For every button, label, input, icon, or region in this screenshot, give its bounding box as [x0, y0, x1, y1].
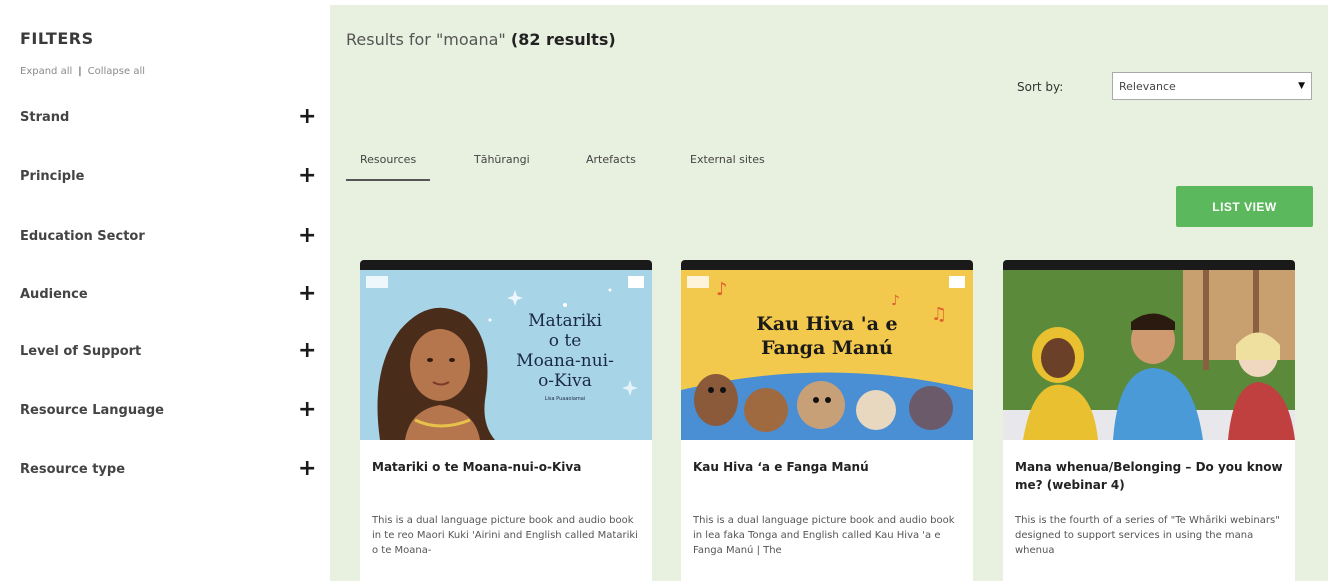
- filter-strand[interactable]: Strand +: [20, 105, 316, 129]
- filters-title: FILTERS: [20, 29, 94, 48]
- expand-collapse-row: Expand all | Collapse all: [20, 66, 145, 77]
- card-description: This is the fourth of a series of "Te Wh…: [1015, 515, 1280, 556]
- cover-title-line: Kau Hiva 'a e: [756, 313, 897, 335]
- filter-level-of-support[interactable]: Level of Support +: [20, 339, 316, 363]
- filter-audience[interactable]: Audience +: [20, 282, 316, 306]
- svg-text:♪: ♪: [716, 279, 728, 300]
- plus-icon[interactable]: +: [298, 225, 316, 247]
- card-description: This is a dual language picture book and…: [372, 515, 638, 556]
- plus-icon[interactable]: +: [298, 340, 316, 362]
- resource-card[interactable]: Mana whenua/Belonging – Do you know me? …: [1003, 260, 1295, 581]
- filter-label: Strand: [20, 109, 70, 125]
- filter-label: Education Sector: [20, 228, 145, 244]
- sort-select[interactable]: Relevance ▼: [1112, 72, 1312, 100]
- results-query: Results for "moana": [346, 30, 511, 49]
- svg-text:♫: ♫: [931, 304, 947, 325]
- sort-value: Relevance: [1119, 79, 1176, 93]
- tab-tahurangi[interactable]: Tāhūrangi: [474, 153, 530, 166]
- filter-label: Principle: [20, 168, 85, 184]
- filters-sidebar: FILTERS Expand all | Collapse all Strand +…: [0, 0, 330, 581]
- chevron-down-icon: ▼: [1298, 81, 1305, 91]
- tab-artefacts[interactable]: Artefacts: [586, 153, 636, 166]
- sort-label: Sort by:: [1017, 80, 1064, 94]
- cover-author: Lisa Puaaoiamai: [545, 396, 586, 402]
- tab-resources[interactable]: Resources: [345, 153, 431, 181]
- plus-icon[interactable]: +: [298, 106, 316, 128]
- matariki-cover-image: Matariki o te Moana-nui- o-Kiva Lisa Pua…: [360, 260, 652, 440]
- filter-label: Resource Language: [20, 402, 164, 418]
- filter-label: Resource type: [20, 461, 126, 477]
- kau-hiva-cover-image: ♪ ♫ ♪ Kau Hiva 'a e Fanga Manú: [681, 260, 973, 440]
- card-image: ♪ ♫ ♪ Kau Hiva 'a e Fanga Manú: [681, 260, 973, 440]
- resource-card[interactable]: Matariki o te Moana-nui- o-Kiva Lisa Pua…: [360, 260, 652, 581]
- results-heading: Results for "moana" (82 results): [346, 30, 616, 49]
- svg-text:♪: ♪: [891, 293, 900, 309]
- filter-label: Level of Support: [20, 343, 142, 359]
- separator: |: [78, 66, 82, 77]
- cover-title-line: o-Kiva: [538, 371, 592, 391]
- card-title[interactable]: Mana whenua/Belonging – Do you know me? …: [1015, 458, 1283, 494]
- card-image: Matariki o te Moana-nui- o-Kiva Lisa Pua…: [360, 260, 652, 440]
- list-view-button[interactable]: LIST VIEW: [1176, 186, 1313, 227]
- results-panel: Results for "moana" (82 results) Sort by…: [330, 5, 1328, 581]
- filter-resource-type[interactable]: Resource type +: [20, 457, 316, 481]
- card-description: This is a dual language picture book and…: [693, 515, 955, 556]
- filter-principle[interactable]: Principle +: [20, 164, 316, 188]
- plus-icon[interactable]: +: [298, 458, 316, 480]
- cover-title-line: Matariki: [528, 311, 602, 331]
- plus-icon[interactable]: +: [298, 399, 316, 421]
- resource-card[interactable]: ♪ ♫ ♪ Kau Hiva 'a e Fanga Manú Kau Hiva …: [681, 260, 973, 581]
- cover-title-line: Moana-nui-: [516, 351, 614, 371]
- filter-label: Audience: [20, 286, 88, 302]
- cover-title-line: o te: [549, 331, 582, 351]
- plus-icon[interactable]: +: [298, 283, 316, 305]
- card-title[interactable]: Matariki o te Moana-nui-o-Kiva: [372, 458, 640, 476]
- card-image: [1003, 260, 1295, 440]
- expand-all-link[interactable]: Expand all: [20, 66, 72, 77]
- card-title[interactable]: Kau Hiva ʻa e Fanga Manú: [693, 458, 961, 476]
- collapse-all-link[interactable]: Collapse all: [88, 66, 145, 77]
- results-count: (82 results): [510, 30, 616, 49]
- tab-external-sites[interactable]: External sites: [690, 153, 765, 166]
- plus-icon[interactable]: +: [298, 165, 316, 187]
- filter-resource-language[interactable]: Resource Language +: [20, 398, 316, 422]
- children-photo-image: [1003, 260, 1295, 440]
- filter-education-sector[interactable]: Education Sector +: [20, 224, 316, 248]
- cover-title-line: Fanga Manú: [761, 337, 893, 359]
